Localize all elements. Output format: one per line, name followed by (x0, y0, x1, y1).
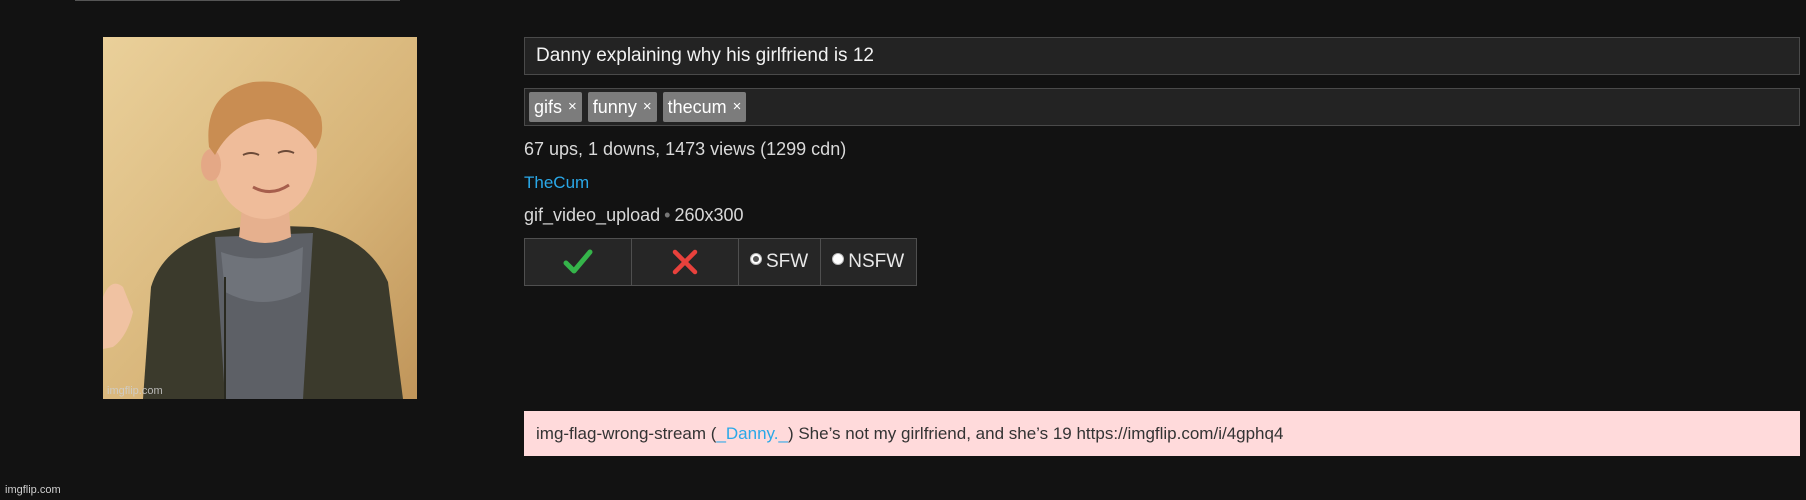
meta-separator: • (664, 205, 671, 225)
username-link[interactable]: TheCum (524, 173, 589, 193)
thumbnail-watermark: imgflip.com (107, 385, 163, 397)
post-dimensions: 260x300 (674, 205, 744, 225)
title-input[interactable] (524, 37, 1800, 75)
sfw-label: SFW (766, 251, 809, 272)
sfw-option[interactable]: SFW (738, 238, 822, 286)
nsfw-label: NSFW (848, 251, 905, 272)
nsfw-option[interactable]: NSFW (820, 238, 918, 286)
post-stats: 67 ups, 1 downs, 1473 views (1299 cdn) (524, 139, 847, 159)
remove-tag-icon[interactable]: × (733, 92, 742, 122)
top-divider (75, 0, 400, 1)
tag-label: funny (592, 97, 637, 117)
tag-label: gifs (534, 97, 563, 117)
reject-button[interactable] (631, 238, 739, 286)
x-mark-icon (672, 249, 698, 275)
tag-label: thecum (667, 97, 727, 117)
flag-message: ) She’s not my girlfriend, and she’s 19 … (787, 424, 1284, 443)
footer-watermark: imgflip.com (5, 484, 61, 496)
post-meta: gif_video_upload • 260x300 (524, 205, 744, 226)
tag-funny[interactable]: funny × (587, 92, 657, 122)
flag-notice: img-flag-wrong-stream (_Danny._) She’s n… (524, 411, 1800, 456)
flag-prefix: img-flag-wrong-stream ( (536, 424, 717, 443)
post-type: gif_video_upload (524, 205, 661, 225)
person-image (103, 37, 417, 399)
tag-thecum[interactable]: thecum × (662, 92, 747, 122)
tag-gifs[interactable]: gifs × (529, 92, 582, 122)
nsfw-radio[interactable] (832, 253, 845, 265)
post-thumbnail[interactable]: imgflip.com (103, 37, 417, 399)
moderation-actions: SFW NSFW (524, 238, 918, 286)
remove-tag-icon[interactable]: × (643, 92, 652, 122)
sfw-radio[interactable] (750, 253, 762, 265)
approve-button[interactable] (524, 238, 632, 286)
checkmark-icon (563, 249, 593, 274)
flag-user-link[interactable]: _Danny._ (716, 424, 788, 443)
tags-input[interactable]: gifs × funny × thecum × (524, 88, 1800, 126)
remove-tag-icon[interactable]: × (568, 92, 577, 122)
